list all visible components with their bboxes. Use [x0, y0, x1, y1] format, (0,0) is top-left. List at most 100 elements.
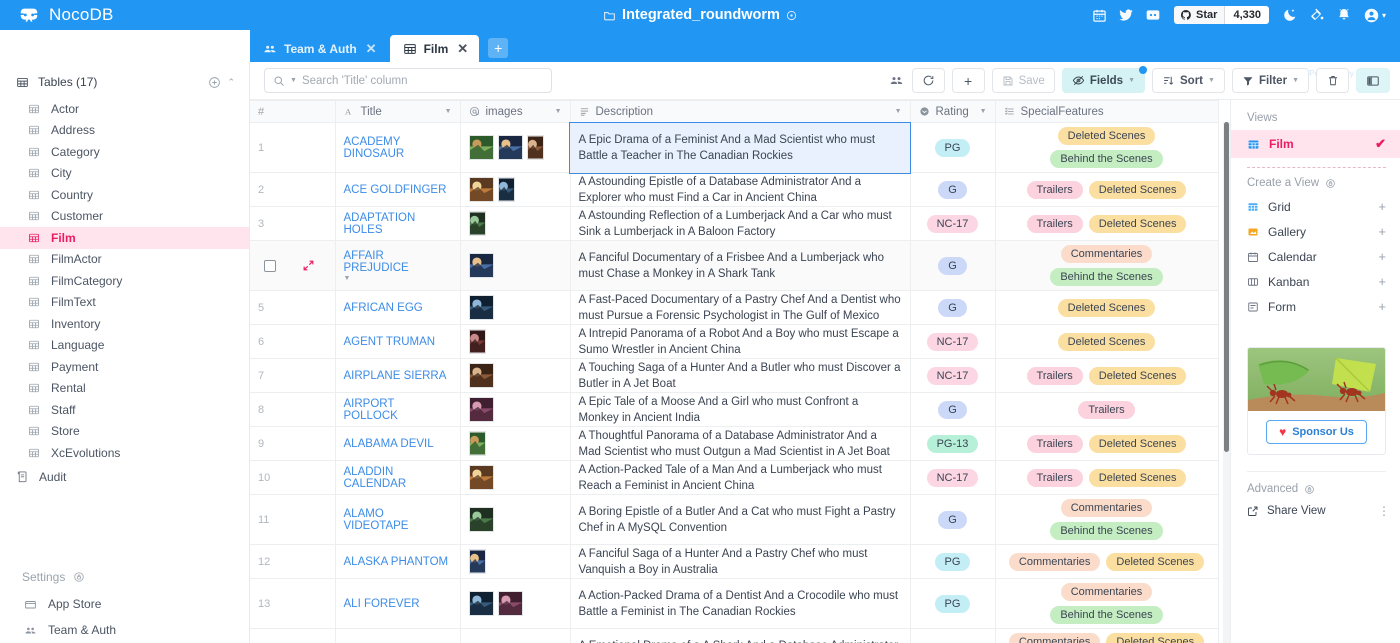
- table-row[interactable]: 14ALICE FANTASIA A Emotional Drama of a A…: [250, 628, 1219, 643]
- sidebar-item-filmtext[interactable]: FilmText: [0, 292, 249, 314]
- table-row[interactable]: 9 ALABAMA DEVIL A Thoughtful Panorama of …: [250, 426, 1219, 461]
- plus-icon[interactable]: +: [1378, 299, 1386, 314]
- table-row[interactable]: AFFAIR PREJUDICE ▼ A Fanciful Documentary…: [250, 240, 1219, 291]
- theme-color-icon[interactable]: [1309, 7, 1325, 23]
- chevron-down-icon[interactable]: ▼: [555, 108, 562, 115]
- row-number-cell[interactable]: [250, 240, 336, 291]
- image-thumbnail[interactable]: [468, 363, 494, 388]
- special-features-cell[interactable]: Trailers Deleted Scenes: [995, 206, 1219, 241]
- sidebar-item-inventory[interactable]: Inventory: [0, 313, 249, 335]
- image-thumbnail[interactable]: [497, 177, 515, 202]
- column-header-row-number[interactable]: #: [250, 100, 336, 123]
- sidebar-item-xcevolutions[interactable]: XcEvolutions: [0, 442, 249, 464]
- share-view-item[interactable]: Share View ⋮: [1231, 500, 1400, 522]
- description-cell[interactable]: A Epic Drama of a Feminist And a Mad Sci…: [569, 121, 911, 174]
- images-cell[interactable]: [460, 460, 571, 495]
- row-number-cell[interactable]: 12: [250, 544, 336, 579]
- special-features-cell[interactable]: Commentaries Behind the Scenes: [995, 240, 1219, 291]
- rating-cell[interactable]: NC-17: [910, 324, 996, 359]
- images-cell[interactable]: [460, 578, 571, 629]
- title-link[interactable]: ALABAMA DEVIL: [344, 438, 452, 450]
- row-number-cell[interactable]: 10: [250, 460, 336, 495]
- image-thumbnail[interactable]: [468, 177, 494, 202]
- add-tab-button[interactable]: +: [488, 38, 509, 58]
- discord-icon[interactable]: [1145, 7, 1161, 23]
- description-cell[interactable]: A Action-Packed Drama of a Dentist And a…: [570, 578, 911, 629]
- title-link[interactable]: AFRICAN EGG: [344, 302, 452, 314]
- images-cell[interactable]: [460, 358, 571, 393]
- title-link[interactable]: ALASKA PHANTOM: [344, 556, 452, 568]
- account-menu[interactable]: ▾: [1363, 7, 1386, 24]
- title-cell[interactable]: ALICE FANTASIA: [335, 628, 461, 643]
- search-input[interactable]: [301, 74, 543, 87]
- image-thumbnail[interactable]: [468, 397, 494, 422]
- rating-cell[interactable]: PG: [910, 122, 996, 173]
- plus-icon[interactable]: +: [1378, 224, 1386, 239]
- sidebar-item-address[interactable]: Address: [0, 120, 249, 142]
- title-cell[interactable]: ACADEMY DINOSAUR: [335, 122, 461, 173]
- add-table-icon[interactable]: [208, 76, 221, 89]
- vertical-scrollbar[interactable]: [1223, 122, 1230, 643]
- table-row[interactable]: 6 AGENT TRUMAN A Intrepid Panorama of a R…: [250, 324, 1219, 359]
- title-cell[interactable]: ALI FOREVER: [335, 578, 461, 629]
- special-features-cell[interactable]: Commentaries Deleted Scenes: [995, 544, 1219, 579]
- tab-team-and-auth[interactable]: Team & Auth ✕: [250, 35, 388, 62]
- row-height-icon[interactable]: [889, 73, 904, 88]
- special-features-cell[interactable]: Deleted Scenes: [995, 324, 1219, 359]
- sidebar-item-staff[interactable]: Staff: [0, 399, 249, 421]
- image-thumbnail[interactable]: [497, 591, 523, 616]
- rating-cell[interactable]: NC-17: [910, 460, 996, 495]
- sidebar-item-team-and-auth[interactable]: Team & Auth: [0, 617, 249, 643]
- create-view-kanban[interactable]: Kanban +: [1231, 269, 1400, 294]
- table-row[interactable]: 1 ACADEMY DINOSAUR A Epic Drama of a Femi…: [250, 121, 1219, 174]
- create-view-grid[interactable]: Grid +: [1231, 194, 1400, 219]
- special-features-cell[interactable]: Commentaries Behind the Scenes: [995, 494, 1219, 545]
- row-number-cell[interactable]: 11: [250, 494, 336, 545]
- special-features-cell[interactable]: Trailers Deleted Scenes: [995, 460, 1219, 495]
- plus-icon[interactable]: +: [1378, 199, 1386, 214]
- image-thumbnail[interactable]: [468, 135, 494, 160]
- calendar-icon[interactable]: [1092, 8, 1107, 23]
- table-row[interactable]: 12 ALASKA PHANTOM A Fanciful Saga of a Hu…: [250, 544, 1219, 579]
- special-features-cell[interactable]: Trailers Deleted Scenes: [995, 172, 1219, 207]
- description-cell[interactable]: A Fast-Paced Documentary of a Pastry Che…: [570, 290, 911, 325]
- table-row[interactable]: 11 ALAMO VIDEOTAPE A Boring Epistle of a …: [250, 494, 1219, 545]
- images-cell[interactable]: [460, 122, 571, 173]
- twitter-icon[interactable]: [1118, 7, 1134, 23]
- sort-button[interactable]: Sort ▼: [1152, 68, 1225, 93]
- title-cell[interactable]: ALASKA PHANTOM: [335, 544, 461, 579]
- rating-cell[interactable]: NC-17: [910, 206, 996, 241]
- sidebar-item-rental[interactable]: Rental: [0, 378, 249, 400]
- sidebar-item-country[interactable]: Country: [0, 184, 249, 206]
- title-cell[interactable]: ACE GOLDFINGER: [335, 172, 461, 207]
- rating-cell[interactable]: G: [910, 290, 996, 325]
- toggle-right-panel-button[interactable]: [1356, 68, 1390, 93]
- filter-button[interactable]: Filter ▼: [1231, 68, 1309, 93]
- rating-cell[interactable]: PG-13: [910, 426, 996, 461]
- rating-cell[interactable]: G: [910, 494, 996, 545]
- title-link[interactable]: ALI FOREVER: [344, 598, 452, 610]
- delete-button[interactable]: [1316, 68, 1349, 93]
- brand[interactable]: NocoDB: [0, 4, 250, 26]
- special-features-cell[interactable]: Deleted Scenes Behind the Scenes: [995, 122, 1219, 173]
- column-header-images[interactable]: images ▼: [460, 100, 571, 123]
- rating-cell[interactable]: G: [910, 240, 996, 291]
- table-row[interactable]: 10 ALADDIN CALENDAR A Action-Packed Tale …: [250, 460, 1219, 495]
- title-link[interactable]: AIRPLANE SIERRA: [344, 370, 452, 382]
- chevron-up-icon[interactable]: ⌃: [227, 77, 235, 88]
- moon-icon[interactable]: [1282, 7, 1298, 23]
- close-icon[interactable]: ✕: [457, 42, 468, 55]
- title-cell[interactable]: ALADDIN CALENDAR: [335, 460, 461, 495]
- images-cell[interactable]: [460, 290, 571, 325]
- rating-cell[interactable]: NC-17: [910, 358, 996, 393]
- images-cell[interactable]: [460, 324, 571, 359]
- table-row[interactable]: 8 AIRPORT POLLOCK A Epic Tale of a Moose …: [250, 392, 1219, 427]
- description-cell[interactable]: A Fanciful Documentary of a Frisbee And …: [570, 240, 911, 291]
- sidebar-item-filmactor[interactable]: FilmActor: [0, 249, 249, 271]
- row-number-cell[interactable]: 5: [250, 290, 336, 325]
- scrollbar-thumb[interactable]: [1224, 122, 1229, 452]
- title-cell[interactable]: AFRICAN EGG: [335, 290, 461, 325]
- description-cell[interactable]: A Boring Epistle of a Butler And a Cat w…: [570, 494, 911, 545]
- rating-cell[interactable]: PG: [910, 578, 996, 629]
- row-number-cell[interactable]: 2: [250, 172, 336, 207]
